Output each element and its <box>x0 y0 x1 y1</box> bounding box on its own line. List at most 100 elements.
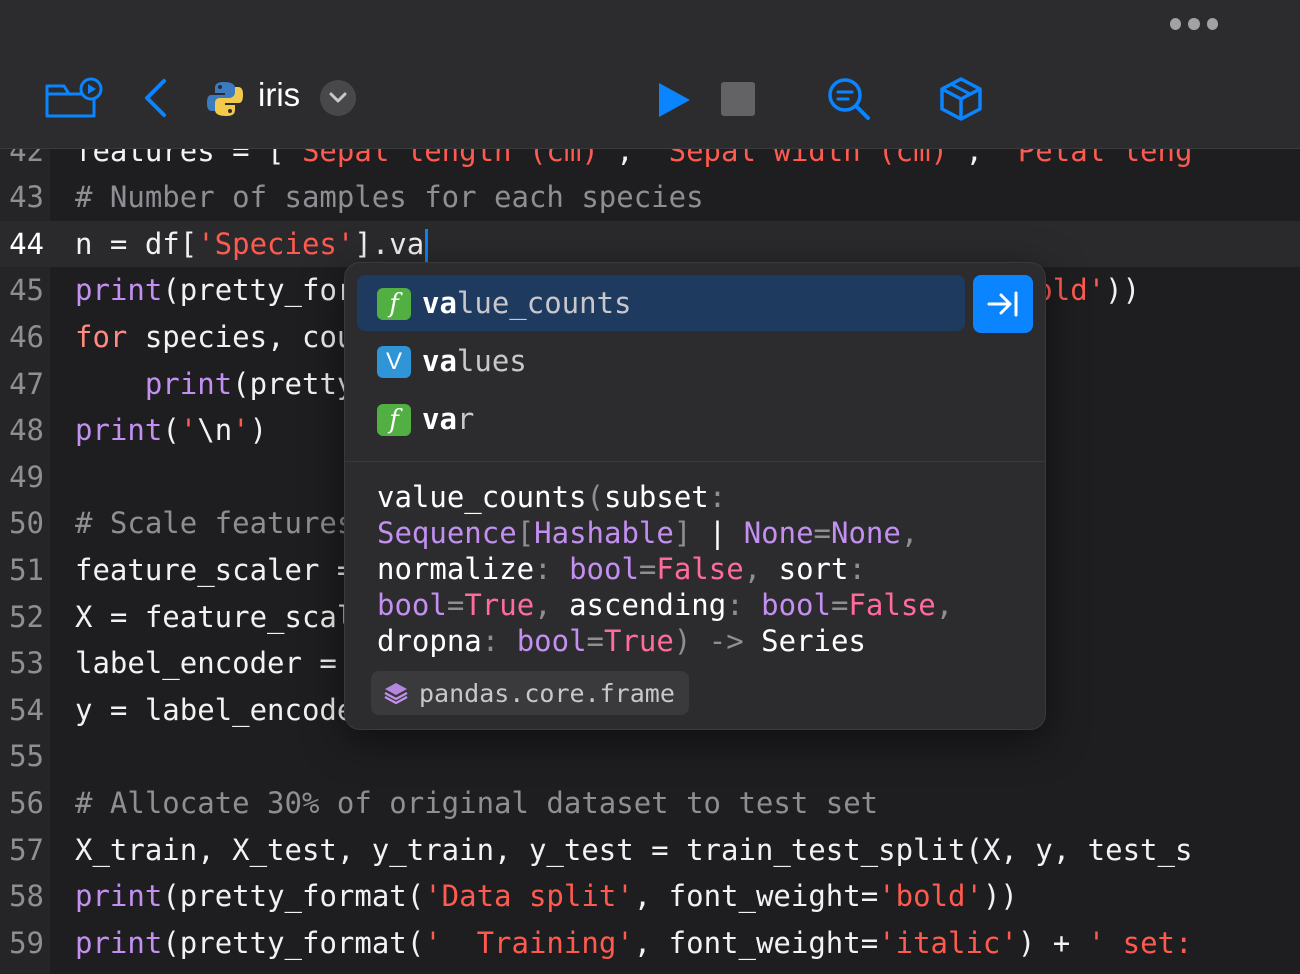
code-text[interactable]: n = df['Species'].va <box>75 221 429 268</box>
signature-token: | <box>691 516 744 550</box>
code-token: print <box>75 413 163 448</box>
code-line[interactable]: 57 X_train, X_test, y_train, y_test = tra… <box>0 827 1300 874</box>
code-text[interactable]: print(pretty_format(' Training', font_we… <box>75 920 1192 967</box>
code-token: print <box>144 366 233 401</box>
signature-token: None <box>743 516 814 550</box>
more-options-icon[interactable] <box>1170 14 1218 34</box>
play-icon <box>659 83 690 117</box>
signature-token: bool <box>761 588 831 622</box>
function-signature: value_counts(subset: Sequence[Hashable] … <box>377 479 1017 659</box>
line-number: 46 <box>9 320 44 354</box>
title-dropdown-button[interactable] <box>320 80 356 116</box>
divider <box>345 461 1045 462</box>
folder-icon[interactable] <box>44 76 104 120</box>
code-text[interactable]: print(pretty_format('Data split', font_w… <box>75 873 1018 920</box>
signature-token: bool <box>516 624 587 658</box>
code-token: (pretty_format( <box>162 879 425 914</box>
code-token: ' <box>232 413 250 448</box>
line-number: 59 <box>9 925 44 960</box>
code-line[interactable]: 44 n = df['Species'].va <box>0 220 1300 268</box>
signature-token: , <box>534 588 570 622</box>
packages-button[interactable] <box>938 76 984 122</box>
module-name: pandas.core.frame <box>419 678 675 708</box>
code-text[interactable]: X_train, X_test, y_train, y_test = train… <box>75 827 1192 874</box>
signature-token: = <box>638 552 657 586</box>
python-icon <box>206 80 244 118</box>
code-token: )) <box>982 879 1018 914</box>
signature-token: , <box>743 552 779 586</box>
code-token: )) <box>1105 273 1141 308</box>
code-token: ' Training' <box>424 925 634 960</box>
suggestion-label: value_counts <box>422 283 632 323</box>
code-token: # Allocate 30% of original dataset to te… <box>75 786 879 820</box>
signature-token: = <box>830 588 849 622</box>
suggestion-item[interactable]: Vvalues <box>357 333 965 389</box>
code-token: n = df[ <box>75 226 198 261</box>
code-token: 'Species' <box>197 226 355 261</box>
code-text[interactable]: # Scale features <box>75 500 354 547</box>
suggestion-match: va <box>422 344 457 378</box>
suggestion-rest: lue_counts <box>456 286 632 320</box>
code-token: 'Data split' <box>424 879 634 914</box>
suggestion-rest: r <box>456 402 475 436</box>
suggestion-match: va <box>422 402 457 436</box>
back-chevron-icon[interactable] <box>140 78 170 118</box>
suggestion-item[interactable]: f var <box>357 391 965 447</box>
code-token: (pretty_format( <box>162 925 425 960</box>
code-line[interactable]: 55 <box>0 733 1300 780</box>
autocomplete-popup: f value_counts Vvalues f var value_counts(su… <box>344 262 1046 730</box>
suggestion-label: var <box>422 399 474 439</box>
code-token: 'bold' <box>878 879 983 914</box>
code-line[interactable]: 56 # Allocate 30% of original dataset to … <box>0 780 1300 827</box>
signature-token: = <box>446 588 465 622</box>
line-number: 52 <box>9 599 44 634</box>
document-title: iris <box>258 76 301 113</box>
signature-token: bool <box>569 552 639 586</box>
search-button[interactable] <box>826 76 872 122</box>
signature-token: , <box>900 516 936 550</box>
code-token: ) + <box>1017 925 1088 960</box>
search-icon <box>828 78 870 120</box>
signature-token: value_counts <box>377 480 587 514</box>
line-number: 50 <box>9 506 44 541</box>
line-number: 57 <box>9 832 44 867</box>
code-token: print <box>75 925 163 960</box>
signature-token: : <box>708 480 744 514</box>
signature-token: normalize <box>377 552 535 586</box>
code-line[interactable]: 59 print(pretty_format(' Training', font_… <box>0 920 1300 967</box>
signature-token: True <box>464 588 535 622</box>
code-text[interactable]: # Allocate 30% of original dataset to te… <box>75 780 878 827</box>
run-button[interactable] <box>654 80 694 120</box>
suggestion-match: va <box>422 286 457 320</box>
code-token: , font_weight= <box>633 925 879 960</box>
signature-token: subset <box>603 480 709 514</box>
signature-token: bool <box>377 588 447 622</box>
code-line[interactable]: 58 print(pretty_format('Data split', font… <box>0 873 1300 920</box>
line-number: 49 <box>9 459 44 494</box>
signature-token: ( <box>586 480 604 514</box>
code-text[interactable]: # Number of samples for each species <box>75 174 704 221</box>
code-text[interactable]: print('\n') <box>75 407 267 454</box>
code-line[interactable]: 43 # Number of samples for each species <box>0 174 1300 221</box>
signature-token: : <box>534 552 570 586</box>
code-token: ].va <box>354 226 425 261</box>
accept-suggestion-button[interactable] <box>973 275 1033 333</box>
signature-token: sort <box>778 552 849 586</box>
code-token: print <box>75 879 163 914</box>
suggestion-item[interactable]: f value_counts <box>357 275 965 331</box>
signature-token: dropna <box>377 624 482 658</box>
stop-button[interactable] <box>720 82 756 116</box>
toolbar: iris <box>0 0 1300 149</box>
function-kind-icon: f <box>377 404 411 436</box>
signature-token: : <box>726 588 762 622</box>
signature-token: = <box>813 516 832 550</box>
code-token: ' set: <box>1087 925 1193 960</box>
signature-token: False <box>656 552 744 586</box>
layers-icon <box>384 683 408 705</box>
code-token: 'italic' <box>878 925 1018 960</box>
line-number: 51 <box>9 553 44 587</box>
line-number: 48 <box>9 413 44 448</box>
signature-token: Sequence <box>377 516 517 550</box>
code-token: ( <box>162 413 180 448</box>
